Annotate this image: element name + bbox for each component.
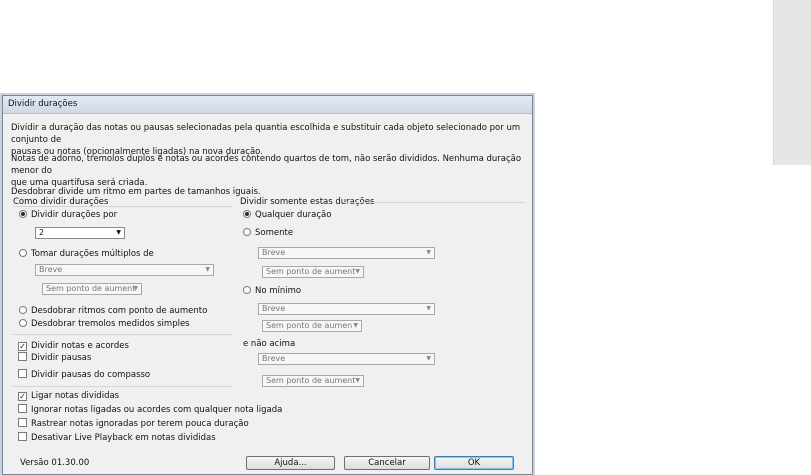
multiples-radio[interactable]: Tomar durações múltiplos de: [19, 248, 154, 261]
radio-selected-icon: [243, 210, 251, 218]
description-1-line-1: Dividir a duração das notas ou pausas se…: [11, 123, 521, 145]
unfold-dotted-radio[interactable]: Desdobrar ritmos com ponto de aumento: [19, 305, 207, 318]
cancel-button[interactable]: Cancelar: [344, 456, 430, 470]
radio-selected-icon: [19, 210, 27, 218]
chevron-down-icon: ▼: [133, 285, 138, 292]
radio-unselected-icon: [19, 306, 27, 314]
checkbox-empty-icon: [18, 404, 27, 413]
checkbox-empty-icon: [18, 352, 27, 361]
chevron-down-icon: ▼: [355, 377, 360, 384]
chevron-down-icon: ▼: [426, 355, 431, 362]
chevron-down-icon: ▼: [426, 305, 431, 312]
any-duration-radio[interactable]: Qualquer duração: [243, 209, 331, 222]
unfold-dotted-label: Desdobrar ritmos com ponto de aumento: [31, 306, 208, 316]
unfold-tremolo-label: Desdobrar tremolos medidos simples: [31, 319, 190, 329]
checkbox-empty-icon: [18, 369, 27, 378]
chevron-down-icon: ▼: [355, 268, 360, 275]
divide-durations-dialog: Dividir durações Dividir a duração das n…: [2, 95, 533, 475]
radio-unselected-icon: [19, 319, 27, 327]
disable-playback-label: Desativar Live Playback em notas dividid…: [31, 433, 216, 443]
help-button[interactable]: Ajuda...: [246, 456, 335, 470]
left-separator-2: [13, 334, 233, 335]
above-duration-value: Breve: [262, 354, 286, 363]
divide-rests-label: Dividir pausas: [31, 353, 92, 363]
description-2-line-1: Notas de adorno, tremolos duplos e notas…: [11, 154, 522, 176]
only-radio[interactable]: Somente: [243, 227, 293, 240]
minimum-dot-select[interactable]: Sem ponto de aumen ▼: [262, 320, 362, 332]
minimum-duration-select[interactable]: Breve ▼: [258, 303, 435, 315]
minimum-radio[interactable]: No mínimo: [243, 285, 301, 298]
divide-by-select[interactable]: 2 ▼: [35, 227, 125, 239]
ignore-tied-checkbox[interactable]: Ignorar notas ligadas ou acordes com qua…: [18, 404, 282, 417]
side-panel-tab: [773, 0, 811, 165]
only-dot-select[interactable]: Sem ponto de aument ▼: [262, 266, 364, 278]
radio-unselected-icon: [243, 286, 251, 294]
multiples-dot-select[interactable]: Sem ponto de aument ▼: [42, 283, 142, 295]
divide-by-label: Dividir durações por: [31, 210, 118, 220]
left-group-separator: [13, 206, 233, 207]
chevron-down-icon: ▼: [426, 249, 431, 256]
only-dot-value: Sem ponto de aument: [266, 267, 356, 276]
chevron-down-icon: ▼: [205, 266, 210, 273]
checkbox-empty-icon: [18, 432, 27, 441]
only-duration-value: Breve: [262, 248, 286, 257]
radio-unselected-icon: [243, 228, 251, 236]
not-above-label: e não acima: [243, 339, 296, 349]
only-label: Somente: [255, 228, 294, 238]
above-duration-select[interactable]: Breve ▼: [258, 353, 435, 365]
above-dot-value: Sem ponto de aument: [266, 376, 356, 385]
divide-measure-rests-label: Dividir pausas do compasso: [31, 370, 151, 380]
minimum-label: No mínimo: [255, 286, 302, 296]
description-2: Notas de adorno, tremolos duplos e notas…: [11, 153, 526, 189]
above-dot-select[interactable]: Sem ponto de aument ▼: [262, 375, 364, 387]
divide-by-radio[interactable]: Dividir durações por: [19, 209, 117, 222]
highlight-ignored-label: Rastrear notas ignoradas por terem pouca…: [31, 419, 249, 429]
ignore-tied-label: Ignorar notas ligadas ou acordes com qua…: [31, 405, 283, 415]
multiples-duration-value: Breve: [39, 265, 63, 274]
divide-notes-label: Dividir notas e acordes: [31, 341, 129, 351]
unfold-tremolo-radio[interactable]: Desdobrar tremolos medidos simples: [19, 318, 190, 331]
disable-playback-checkbox[interactable]: Desativar Live Playback em notas dividid…: [18, 432, 216, 445]
divide-by-value: 2: [39, 228, 45, 237]
left-separator-3: [13, 386, 233, 387]
divide-rests-checkbox[interactable]: Dividir pausas: [18, 352, 91, 365]
minimum-duration-value: Breve: [262, 304, 286, 313]
only-duration-select[interactable]: Breve ▼: [258, 247, 435, 259]
multiples-duration-select[interactable]: Breve ▼: [35, 264, 214, 276]
version-label: Versão 01.30.00: [20, 458, 90, 468]
checkbox-empty-icon: [18, 418, 27, 427]
minimum-dot-value: Sem ponto de aumen: [266, 321, 353, 330]
multiples-label: Tomar durações múltiplos de: [31, 249, 154, 259]
chevron-down-icon: ▼: [353, 322, 358, 329]
chevron-down-icon: ▼: [116, 229, 121, 236]
checkmark-icon: ✓: [18, 342, 27, 351]
highlight-ignored-checkbox[interactable]: Rastrear notas ignoradas por terem pouca…: [18, 418, 249, 431]
right-group-separator: [343, 202, 525, 203]
tie-notes-label: Ligar notas divididas: [31, 391, 120, 401]
ok-button[interactable]: OK: [434, 456, 514, 470]
radio-unselected-icon: [19, 249, 27, 257]
dialog-titlebar: Dividir durações: [3, 96, 532, 114]
checkmark-icon: ✓: [18, 392, 27, 401]
any-duration-label: Qualquer duração: [255, 210, 332, 220]
dialog-title: Dividir durações: [8, 99, 78, 109]
divide-measure-rests-checkbox[interactable]: Dividir pausas do compasso: [18, 369, 150, 382]
tie-notes-checkbox[interactable]: ✓ Ligar notas divididas: [18, 390, 119, 403]
multiples-dot-value: Sem ponto de aument: [46, 284, 136, 293]
